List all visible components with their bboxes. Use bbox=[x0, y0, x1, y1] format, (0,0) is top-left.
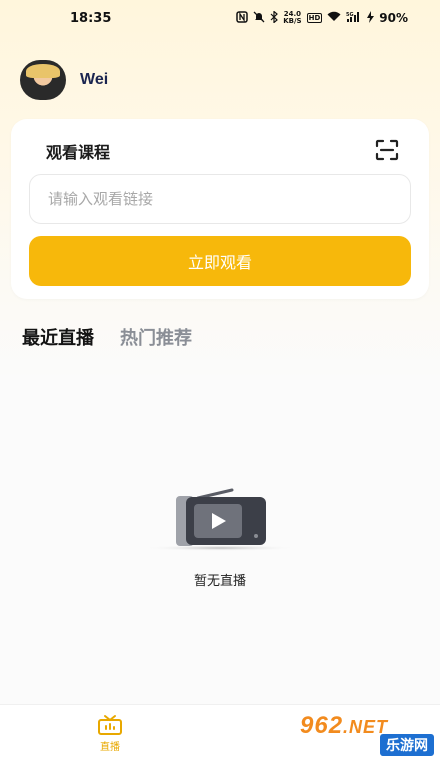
avatar[interactable] bbox=[20, 60, 66, 100]
watch-now-button[interactable]: 立即观看 bbox=[29, 236, 411, 286]
status-icons: 24.0 KB/S HD 5G 90% bbox=[236, 9, 408, 26]
watermark-sub: 乐游网 bbox=[380, 734, 434, 756]
nav-label-live: 直播 bbox=[100, 742, 120, 753]
card-title: 观看课程 bbox=[46, 143, 111, 162]
cellular-signal-icon: 5G bbox=[346, 11, 362, 26]
bluetooth-icon bbox=[270, 9, 279, 26]
content-tabs: 最近直播 热门推荐 bbox=[22, 324, 192, 354]
status-bar: 18:35 24.0 KB/S HD 5G 90% bbox=[0, 0, 440, 36]
empty-state-text: 暂无直播 bbox=[193, 574, 246, 589]
tab-recent-live[interactable]: 最近直播 bbox=[22, 324, 94, 354]
hd-badge: HD bbox=[306, 13, 323, 23]
empty-state: 暂无直播 bbox=[140, 488, 300, 589]
network-speed: 24.0 KB/S bbox=[283, 11, 301, 25]
charging-icon bbox=[367, 10, 375, 26]
user-row[interactable]: Wei bbox=[20, 60, 108, 100]
wifi-icon bbox=[327, 11, 341, 25]
watch-course-card: 观看课程 立即观看 bbox=[11, 119, 429, 299]
scan-icon[interactable] bbox=[375, 139, 399, 161]
battery-level: 90% bbox=[379, 11, 408, 25]
watermark-number: 962 bbox=[300, 712, 344, 739]
mute-icon bbox=[253, 11, 265, 26]
nfc-icon bbox=[236, 10, 248, 26]
tv-play-icon bbox=[144, 488, 296, 551]
status-time: 18:35 bbox=[70, 10, 112, 26]
tab-label: 热门推荐 bbox=[120, 328, 192, 349]
nav-item-live[interactable]: 直播 bbox=[90, 714, 130, 753]
user-name: Wei bbox=[80, 71, 109, 88]
live-icon bbox=[98, 715, 122, 735]
tab-label: 最近直播 bbox=[22, 328, 94, 349]
watermark-brand: 962.NET bbox=[300, 712, 388, 740]
net-speed-unit: KB/S bbox=[283, 17, 302, 25]
svg-text:5G: 5G bbox=[346, 12, 354, 18]
course-link-input[interactable] bbox=[29, 174, 411, 224]
watermark-logo: 962.NET 乐游网 bbox=[300, 712, 434, 756]
tab-hot-recommend[interactable]: 热门推荐 bbox=[120, 324, 192, 350]
